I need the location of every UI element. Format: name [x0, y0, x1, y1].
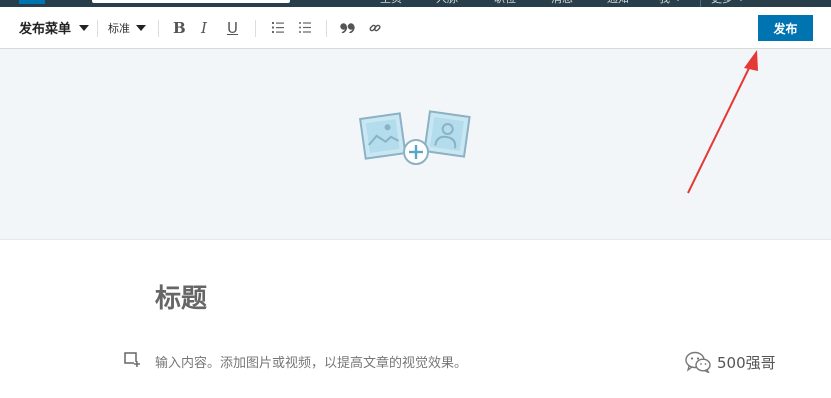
publish-button[interactable]: 发布: [758, 15, 813, 41]
nav-divider: [700, 0, 701, 7]
text-style-value: 标准: [108, 21, 130, 35]
cover-image-dropzone[interactable]: [0, 49, 831, 240]
underline-button[interactable]: U: [227, 7, 238, 48]
chevron-down-icon: [736, 0, 746, 1]
toolbar-divider: [326, 20, 327, 37]
chevron-down-icon: [673, 0, 683, 1]
ordered-list-icon: [272, 22, 284, 33]
link-button[interactable]: [369, 7, 381, 48]
toolbar-divider: [158, 20, 159, 37]
publish-menu-label: 发布菜单: [19, 22, 72, 37]
chevron-down-icon: [79, 24, 90, 31]
bulleted-list-button[interactable]: [299, 7, 311, 48]
add-media-icon[interactable]: [124, 352, 140, 367]
nav-item-network[interactable]: 人脉: [436, 0, 458, 5]
search-input[interactable]: [92, 0, 290, 3]
quote-icon: [340, 22, 355, 33]
chevron-down-icon: [136, 24, 146, 31]
linkedin-logo[interactable]: [19, 0, 45, 4]
text-style-select[interactable]: 标准: [108, 7, 146, 48]
bold-button[interactable]: B: [173, 7, 186, 48]
add-cover-image-icon[interactable]: [359, 110, 473, 168]
ordered-list-button[interactable]: [272, 7, 284, 48]
article-title-input[interactable]: 标题: [155, 278, 207, 315]
nav-item-notifications[interactable]: 通知: [607, 0, 629, 5]
nav-item-jobs[interactable]: 职位: [494, 0, 516, 5]
article-body-input[interactable]: 输入内容。添加图片或视频，以提高文章的视觉效果。: [155, 352, 467, 371]
top-navigation-bar: 主页 人脉 职位 消息 通知 我 更多: [0, 0, 831, 7]
watermark: 500强哥: [685, 351, 776, 373]
watermark-text: 500强哥: [717, 353, 776, 372]
nav-item-me-label: 我: [659, 0, 670, 5]
toolbar-divider: [255, 20, 256, 37]
editor-toolbar: 发布菜单 标准 B I U 发布: [0, 7, 831, 49]
bulleted-list-icon: [299, 22, 311, 33]
publish-menu-dropdown[interactable]: 发布菜单: [19, 7, 90, 48]
nav-item-more-label: 更多: [711, 0, 733, 5]
nav-item-more[interactable]: 更多: [711, 0, 746, 5]
link-icon: [369, 24, 381, 31]
italic-button[interactable]: I: [201, 7, 207, 48]
wechat-icon: [685, 351, 711, 373]
nav-item-me[interactable]: 我: [659, 0, 683, 5]
toolbar-divider: [97, 20, 98, 37]
nav-item-messages[interactable]: 消息: [551, 0, 573, 5]
quote-button[interactable]: [340, 7, 355, 48]
nav-item-home[interactable]: 主页: [380, 0, 402, 5]
